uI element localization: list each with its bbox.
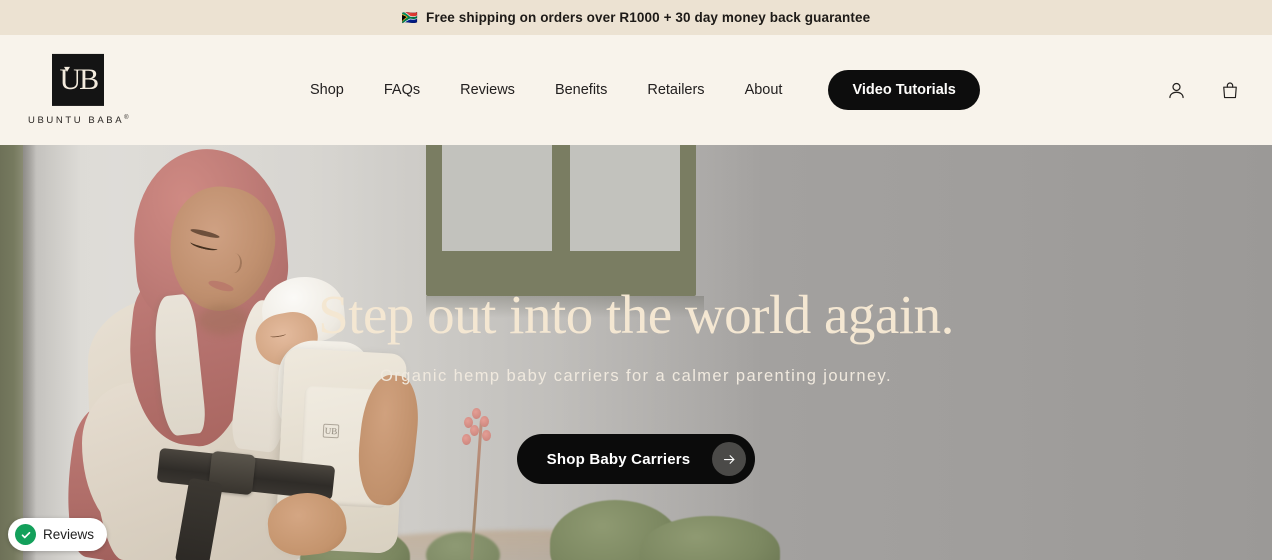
south-africa-flag-icon: 🇿🇦 [401, 10, 418, 25]
nav-item-about[interactable]: About [725, 74, 803, 106]
window-shadow [426, 296, 704, 318]
announcement-bar: 🇿🇦 Free shipping on orders over R1000 + … [0, 0, 1272, 35]
primary-nav: Shop FAQs Reviews Benefits Retailers Abo… [290, 70, 980, 110]
logo-wordmark: UBUNTU BABA® [28, 115, 129, 126]
site-header: UB UBUNTU BABA® Shop FAQs Reviews Benefi… [0, 35, 1272, 145]
account-icon[interactable] [1164, 78, 1188, 102]
announcement-text: Free shipping on orders over R1000 + 30 … [426, 10, 871, 25]
logo-wordmark-text: UBUNTU BABA [28, 115, 125, 127]
logo[interactable]: UB UBUNTU BABA® [28, 53, 129, 126]
reviews-widget-label: Reviews [43, 527, 95, 542]
video-tutorials-button[interactable]: Video Tutorials [828, 70, 980, 110]
hero-cta-label: Shop Baby Carriers [546, 450, 691, 468]
nav-item-retailers[interactable]: Retailers [627, 74, 724, 106]
page-root: 🇿🇦 Free shipping on orders over R1000 + … [0, 0, 1272, 560]
flower-cluster [462, 408, 494, 448]
carrier-logo-badge: UB [322, 423, 340, 439]
arrow-right-icon [712, 442, 747, 476]
hero-window-frame [426, 145, 696, 296]
hero-mother-and-baby: UB [30, 145, 450, 560]
nav-item-shop[interactable]: Shop [290, 74, 364, 106]
reviews-widget[interactable]: Reviews [8, 518, 108, 551]
window-pane-left [442, 145, 552, 251]
hero-sage-wall-strip [0, 145, 23, 560]
nav-item-benefits[interactable]: Benefits [535, 74, 627, 106]
hero-section: UB Step out into the world again. Organi… [0, 145, 1272, 560]
header-icon-group [1164, 78, 1242, 102]
nav-item-reviews[interactable]: Reviews [440, 74, 535, 106]
hero-photo: UB [0, 145, 1272, 560]
logo-monogram-mark: UB [52, 53, 105, 106]
neck-shadow [198, 305, 248, 335]
shopping-bag-icon[interactable] [1218, 78, 1242, 102]
check-icon [15, 524, 36, 545]
nav-item-faqs[interactable]: FAQs [364, 74, 440, 106]
window-pane-right [570, 145, 680, 251]
registered-mark: ® [124, 114, 129, 121]
shop-baby-carriers-button[interactable]: Shop Baby Carriers [516, 434, 756, 484]
heart-icon [64, 66, 71, 72]
